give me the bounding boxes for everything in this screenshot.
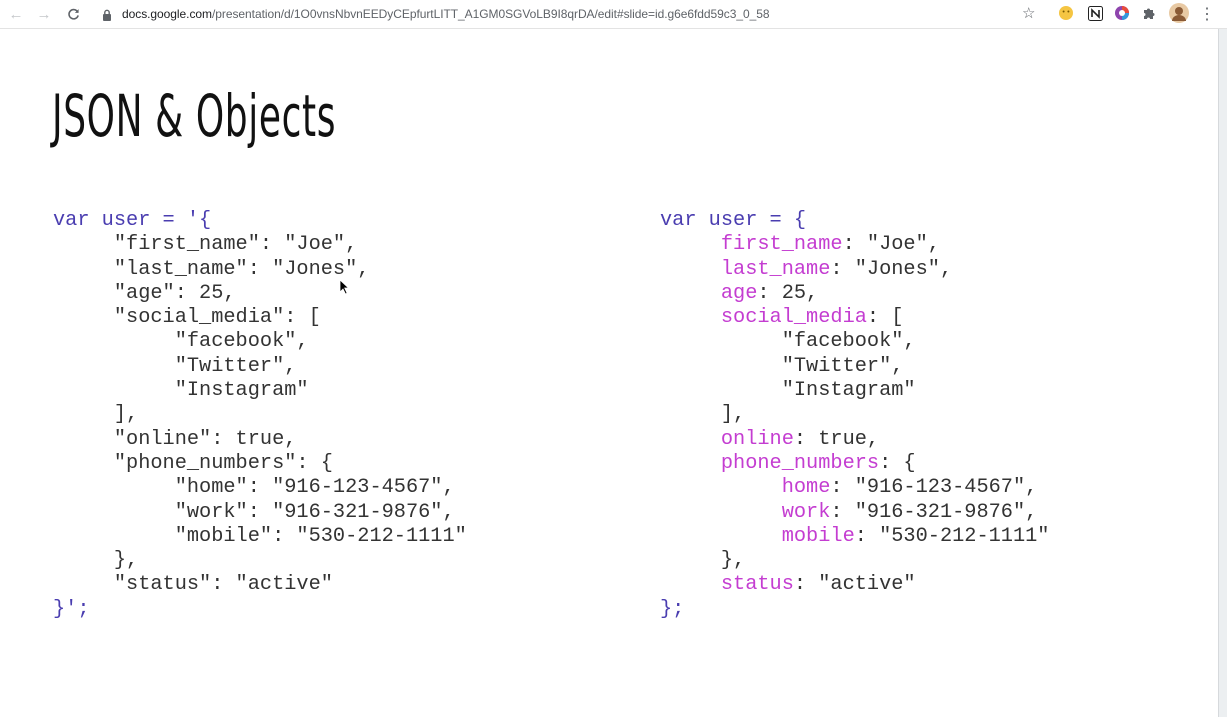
code-line: last_name: "Jones", [720,257,953,281]
code-line: ], [53,403,139,427]
code-line: "Instagram" [660,379,916,403]
code-line: }, [53,549,139,573]
reload-icon[interactable] [63,4,83,24]
code-line: "last_name": "Jones", [53,257,370,281]
code-line: "first_name": "Joe", [53,233,358,257]
code-line: "mobile": "530-212-1111" [53,524,467,548]
code-line: }, [660,549,746,573]
code-line: "phone_numbers": { [53,451,333,475]
back-icon[interactable]: ← [6,4,26,24]
code-line: age: 25, [720,281,819,305]
bookmark-star-icon[interactable]: ☆ [1022,4,1035,22]
code-line: }'; [53,597,90,621]
code-line: status: "active" [720,573,916,597]
url-text: docs.google.com/presentation/d/1O0vnsNbv… [122,7,770,21]
code-line: "age": 25, [53,281,236,305]
code-line: var user = { [660,209,807,232]
json-string-code-block: var user = '{ "first_name": "Joe", "last… [53,209,467,622]
right-scroll-edge[interactable] [1218,29,1227,717]
code-line: social_media: [ [720,306,904,330]
code-line: online: true, [720,427,880,451]
code-line: "status": "active" [53,573,333,597]
code-line: "home": "916-123-4567", [53,476,455,500]
code-line: "facebook", [660,330,916,354]
code-line: phone_numbers: { [720,451,916,475]
code-line: "Twitter", [53,354,297,378]
extension-smiley-icon[interactable] [1058,5,1074,21]
address-bar[interactable]: docs.google.com/presentation/d/1O0vnsNbv… [90,3,1052,25]
code-line: work: "916-321-9876", [781,500,1038,524]
browser-toolbar: ← → docs.google.com/presentation/d/1O0vn… [0,0,1227,29]
code-line: "Instagram" [53,379,309,403]
code-line: "Twitter", [660,354,904,378]
url-path: /presentation/d/1O0vnsNbvnEEDyCEpfurtLIT… [211,7,770,21]
slide-title: JSON & Objects [52,82,337,150]
code-line: "work": "916-321-9876", [53,500,455,524]
code-line: "facebook", [53,330,309,354]
code-line: ], [660,403,746,427]
code-line: var user = '{ [53,209,212,232]
code-line: "online": true, [53,427,297,451]
url-host: docs.google.com [122,7,212,21]
code-line: first_name: "Joe", [720,233,940,257]
kebab-menu-icon[interactable]: ⋮ [1197,4,1217,24]
forward-icon[interactable]: → [34,4,54,24]
object-literal-code-block: var user = { first_name: "Joe", last_nam… [660,209,1049,622]
profile-avatar[interactable] [1169,3,1189,23]
mouse-pointer-icon [339,279,350,300]
code-line: }; [660,597,685,621]
code-line: home: "916-123-4567", [781,476,1038,500]
puzzle-icon[interactable] [1141,5,1157,21]
notion-icon[interactable] [1087,5,1103,21]
code-line: "social_media": [ [53,306,321,330]
code-line: mobile: "530-212-1111" [781,524,1050,548]
color-wheel-icon[interactable] [1114,5,1130,21]
lock-icon [102,8,112,26]
